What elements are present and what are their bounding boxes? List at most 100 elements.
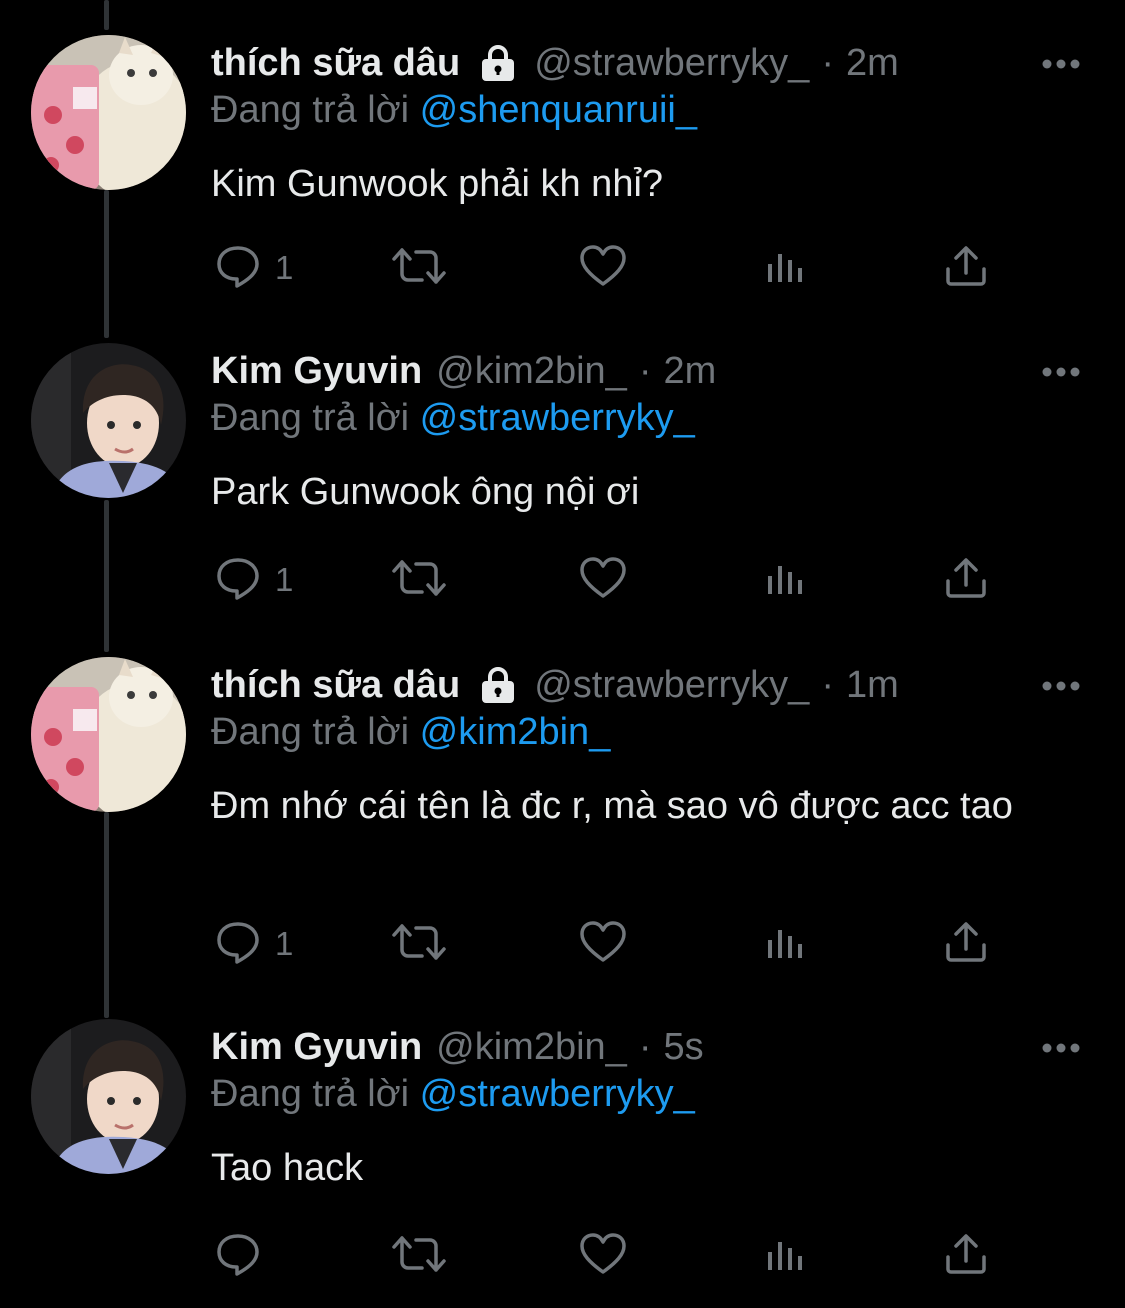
reply-button[interactable] xyxy=(215,1231,275,1281)
handle[interactable]: @kim2bin_ xyxy=(436,350,627,393)
boy-avatar-image xyxy=(31,1019,186,1174)
display-name[interactable]: Kim Gyuvin xyxy=(211,350,422,393)
thread-line xyxy=(104,190,109,338)
timestamp[interactable]: 2m xyxy=(663,350,716,393)
heart-icon xyxy=(579,556,627,605)
avatar[interactable] xyxy=(31,1019,186,1174)
replying-to-handle[interactable]: @strawberryky_ xyxy=(420,1073,695,1115)
share-button[interactable] xyxy=(944,919,988,969)
like-button[interactable] xyxy=(579,1231,627,1281)
retweet-icon xyxy=(391,1234,447,1279)
replying-to-label: Đang trả lời xyxy=(211,711,410,753)
replying-to-handle[interactable]: @kim2bin_ xyxy=(420,711,611,753)
like-button[interactable] xyxy=(579,555,627,605)
more-horizontal-icon[interactable] xyxy=(1041,365,1081,383)
replying-to: Đang trả lời @strawberryky_ xyxy=(211,1073,695,1116)
tweet-text: Park Gunwook ông nội ơi xyxy=(211,471,640,513)
thread-line xyxy=(104,0,109,30)
views-button[interactable] xyxy=(766,919,806,969)
cat-avatar-image xyxy=(31,35,186,190)
reply-icon xyxy=(215,556,261,605)
reply-icon xyxy=(215,920,261,969)
tweet-header: thích sữa dâu @strawberryky_ · 2m xyxy=(211,35,899,91)
replying-to: Đang trả lời @shenquanruii_ xyxy=(211,89,697,132)
display-name[interactable]: Kim Gyuvin xyxy=(211,1026,422,1069)
action-bar: 1 xyxy=(211,555,1011,605)
reply-count: 1 xyxy=(275,249,294,286)
tweet-header: thích sữa dâu @strawberryky_ · 1m xyxy=(211,657,899,713)
more-horizontal-icon[interactable] xyxy=(1041,57,1081,75)
cat-avatar-image xyxy=(31,657,186,812)
handle[interactable]: @strawberryky_ xyxy=(534,42,809,85)
heart-icon xyxy=(579,920,627,969)
display-name[interactable]: thích sữa dâu xyxy=(211,664,460,707)
lock-icon xyxy=(478,666,518,704)
avatar[interactable] xyxy=(31,343,186,498)
heart-icon xyxy=(579,1232,627,1281)
thread-line xyxy=(104,812,109,1018)
views-icon xyxy=(766,248,806,289)
handle[interactable]: @kim2bin_ xyxy=(436,1026,627,1069)
share-button[interactable] xyxy=(944,243,988,293)
display-name[interactable]: thích sữa dâu xyxy=(211,42,460,85)
reply-count: 1 xyxy=(275,925,294,962)
share-button[interactable] xyxy=(944,1231,988,1281)
retweet-button[interactable] xyxy=(391,919,447,969)
replying-to: Đang trả lời @kim2bin_ xyxy=(211,711,610,754)
heart-icon xyxy=(579,244,627,293)
lock-icon xyxy=(478,44,518,82)
boy-avatar-image xyxy=(31,343,186,498)
reply-button[interactable]: 1 xyxy=(215,555,293,605)
action-bar: 1 xyxy=(211,919,1011,969)
separator-dot: · xyxy=(821,663,834,706)
separator-dot: · xyxy=(638,349,652,392)
share-icon xyxy=(944,245,988,292)
reply-button[interactable]: 1 xyxy=(215,243,293,293)
retweet-icon xyxy=(391,558,447,603)
replying-to: Đang trả lời @strawberryky_ xyxy=(211,397,695,440)
more-horizontal-icon[interactable] xyxy=(1041,679,1081,697)
more-horizontal-icon[interactable] xyxy=(1041,1041,1081,1059)
like-button[interactable] xyxy=(579,919,627,969)
separator-dot: · xyxy=(638,1025,652,1068)
retweet-button[interactable] xyxy=(391,555,447,605)
reply-button[interactable]: 1 xyxy=(215,919,293,969)
timestamp[interactable]: 1m xyxy=(846,664,899,707)
views-icon xyxy=(766,560,806,601)
retweet-icon xyxy=(391,246,447,291)
action-bar xyxy=(211,1231,1011,1281)
views-button[interactable] xyxy=(766,243,806,293)
tweet-text: Kim Gunwook phải kh nhỉ? xyxy=(211,163,664,205)
timestamp[interactable]: 5s xyxy=(663,1026,703,1069)
tweet-text: Đm nhớ cái tên là đc r, mà sao vô được a… xyxy=(211,785,1013,827)
replying-to-label: Đang trả lời xyxy=(211,89,410,131)
like-button[interactable] xyxy=(579,243,627,293)
tweet-header: Kim Gyuvin @kim2bin_ · 2m xyxy=(211,343,716,399)
views-icon xyxy=(766,1236,806,1277)
reply-icon xyxy=(215,244,261,293)
share-button[interactable] xyxy=(944,555,988,605)
timestamp[interactable]: 2m xyxy=(846,42,899,85)
reply-icon xyxy=(215,1232,261,1281)
retweet-icon xyxy=(391,922,447,967)
avatar[interactable] xyxy=(31,35,186,190)
thread-line xyxy=(104,500,109,652)
retweet-button[interactable] xyxy=(391,243,447,293)
views-icon xyxy=(766,924,806,965)
separator-dot: · xyxy=(821,41,834,84)
replying-to-label: Đang trả lời xyxy=(211,1073,410,1115)
share-icon xyxy=(944,1233,988,1280)
share-icon xyxy=(944,921,988,968)
tweet-text: Tao hack xyxy=(211,1147,364,1189)
handle[interactable]: @strawberryky_ xyxy=(534,664,809,707)
retweet-button[interactable] xyxy=(391,1231,447,1281)
views-button[interactable] xyxy=(766,555,806,605)
share-icon xyxy=(944,557,988,604)
reply-count: 1 xyxy=(275,561,294,598)
replying-to-handle[interactable]: @shenquanruii_ xyxy=(420,89,697,131)
avatar[interactable] xyxy=(31,657,186,812)
views-button[interactable] xyxy=(766,1231,806,1281)
action-bar: 1 xyxy=(211,243,1011,293)
replying-to-handle[interactable]: @strawberryky_ xyxy=(420,397,695,439)
tweet-header: Kim Gyuvin @kim2bin_ · 5s xyxy=(211,1019,704,1075)
